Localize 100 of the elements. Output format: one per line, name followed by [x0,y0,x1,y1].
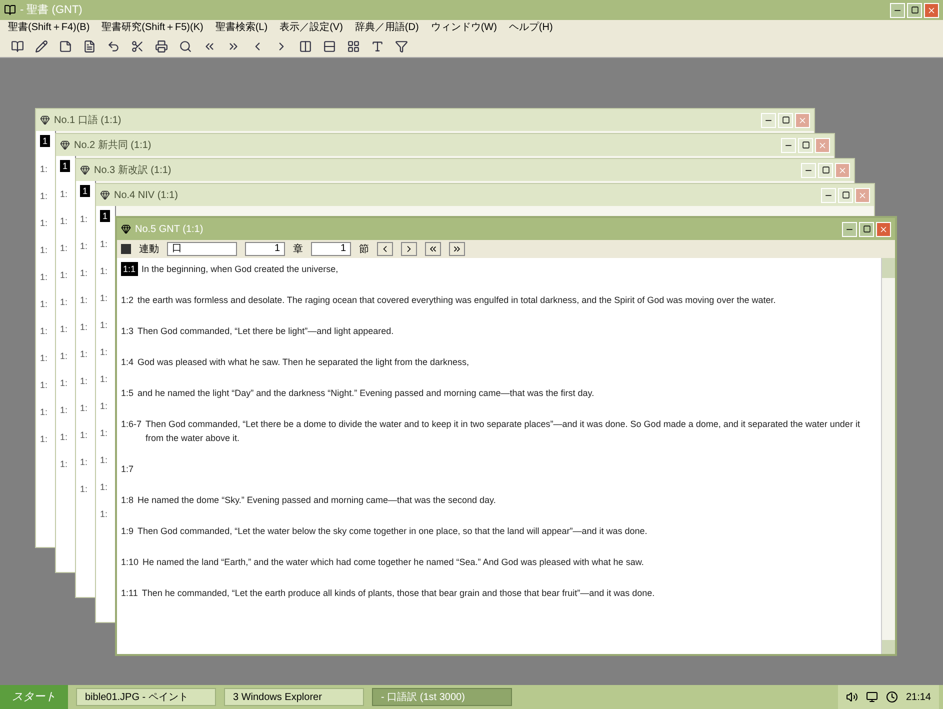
minimize-button[interactable] [842,222,857,236]
verse-number: 1: [40,272,49,282]
maximize-icon [842,191,850,199]
close-icon [798,116,807,124]
verse-number: 1: [80,349,89,359]
verse-number: 1: [60,297,69,307]
scrollbar[interactable] [881,258,895,654]
filter-icon [394,40,408,53]
close-icon [818,140,827,150]
maximize-icon [782,116,790,124]
maximize-button[interactable] [907,2,922,18]
verse-number: 1: [100,347,109,357]
verse-number: 1: [60,216,69,226]
version-select[interactable]: 口 [167,242,237,256]
verse-text: the earth was formless and desolate. The raging ocean that covered everything was engulfed in total darkness, and the Spirit of God was moving over the water. [138,294,777,307]
verse-number: 1: [80,322,89,332]
close-icon [927,6,936,14]
arrow-icon [452,244,462,254]
verse-number: 1: [80,403,89,413]
verse-number: 1:6-7 [121,418,142,431]
minimize-button[interactable] [801,162,816,178]
verse-number: 1: [80,376,89,386]
nav-button[interactable] [449,242,465,256]
taskbar-task[interactable]: bible01.JPG - ペイント [76,688,216,706]
window-title: No.5 GNT (1:1) [135,222,204,236]
maximize-icon [802,141,810,149]
maximize-button[interactable] [859,222,874,236]
menu-item[interactable]: 聖書研究(Shift＋F5)(K) [102,22,204,34]
verse-number: 1: [60,378,69,388]
taskbar-task[interactable]: 3 Windows Explorer [224,688,364,706]
menu-item[interactable]: 聖書検索(L) [215,22,268,34]
nav-button[interactable] [377,242,393,256]
verse-number: 1: [40,245,49,255]
verse-text: In the beginning, when God created the universe, [142,263,340,276]
document-icon [82,40,96,53]
verse-number: 1:1 [121,262,138,276]
verse-text: Then God commanded, “Let there be light”—and light appeared. [138,325,395,338]
verse-number: 1: [40,407,49,417]
verse-number: 1:11 [121,587,138,600]
nav-button[interactable] [425,242,441,256]
speaker-icon [846,691,858,703]
verse-number: 1: [60,351,69,361]
verse-number: 1: [100,293,109,303]
verse-number: 1: [80,484,89,494]
minimize-button[interactable] [781,138,796,152]
maximize-button[interactable] [778,112,793,128]
sync-checkbox[interactable] [121,244,131,254]
undo-icon [106,40,120,53]
nav-button[interactable] [401,242,417,256]
menu-item[interactable]: 聖書(Shift＋F4)(B) [8,22,90,34]
gem-icon [60,140,70,150]
maximize-button[interactable] [818,162,833,178]
verse-number: 1: [40,434,49,444]
maximize-icon [862,225,870,233]
verse-number: 1: [100,374,109,384]
columns-icon [298,40,312,53]
close-button[interactable] [924,2,939,18]
verse-number: 1: [60,459,69,469]
maximize-button[interactable] [798,138,813,152]
chapter-field[interactable]: 1 [245,242,285,256]
chapter-label: 章 [293,242,303,256]
verse-number: 1: [40,380,49,390]
close-button[interactable] [876,222,891,236]
verse-number: 1: [40,353,49,363]
font-icon [370,40,384,53]
clock-icon [886,691,898,703]
gem-icon [80,165,90,175]
verse-number: 1:2 [121,294,134,307]
verse-number: 1: [100,482,109,492]
verse-number: 1: [40,299,49,309]
grid-icon [346,40,360,53]
verse-number: 1:10 [121,556,139,569]
menu-item[interactable]: 辞典／用語(D) [354,22,419,34]
menu-item[interactable]: 表示／設定(V) [280,22,343,34]
verse-number: 1: [60,405,69,415]
minimize-button[interactable] [890,2,905,18]
monitor-icon [866,691,878,703]
verse-number: 1: [60,324,69,334]
verse-text: He named the dome “Sky.” Evening passed and morning came—that was the second day. [138,494,497,507]
menu-item[interactable]: ウィンドウ(W) [430,22,497,34]
pencil-icon [34,40,48,53]
minimize-button[interactable] [821,188,836,202]
menu-item[interactable]: ヘルプ(H) [508,22,553,34]
close-icon [838,166,847,174]
verse-number: 1: [40,218,49,228]
maximize-button[interactable] [838,188,853,202]
verse-number: 1:7 [121,463,134,476]
window-title: No.1 口語 (1:1) [54,114,122,128]
verse-number: 1: [80,457,89,467]
verse-number: 1: [100,428,109,438]
clock-time: 21:14 [906,690,931,704]
close-icon [858,190,867,200]
app-icon [4,4,16,16]
verse-number: 1: [80,430,89,440]
verse-number: 1: [60,270,69,280]
verse-text: He named the land “Earth,” and the water which had come together he named “Sea.” And God was pleased with what he saw. [142,556,645,569]
verse-field[interactable]: 1 [311,242,351,256]
window-title: No.3 新改訳 (1:1) [94,164,172,178]
verse-number: 1:9 [121,525,134,538]
minimize-button[interactable] [761,112,776,128]
